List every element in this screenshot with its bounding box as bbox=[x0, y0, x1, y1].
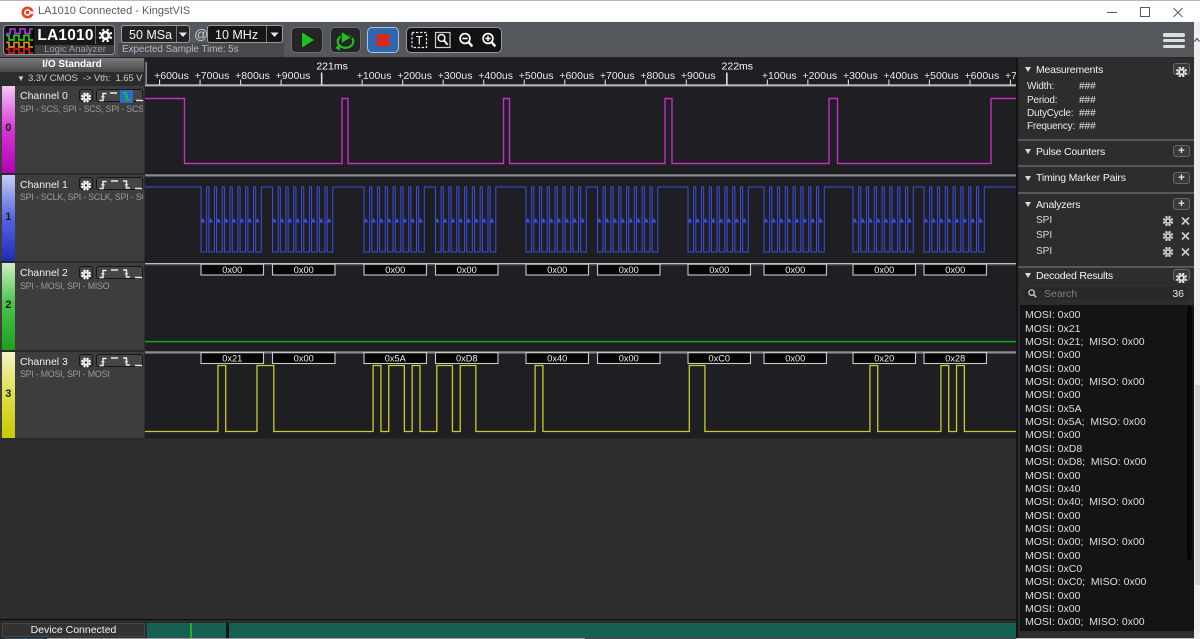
svg-text:+200us: +200us bbox=[802, 70, 837, 82]
svg-text:+600us: +600us bbox=[965, 70, 1000, 82]
svg-text:+500us: +500us bbox=[519, 70, 554, 82]
svg-text:0x00: 0x00 bbox=[294, 265, 314, 275]
svg-text:+600us: +600us bbox=[559, 70, 594, 82]
svg-text:0x00: 0x00 bbox=[709, 265, 729, 275]
svg-text:221ms: 221ms bbox=[316, 61, 348, 73]
svg-text:0x21: 0x21 bbox=[222, 354, 242, 364]
svg-text:+700us: +700us bbox=[600, 70, 635, 82]
svg-text:0x00: 0x00 bbox=[385, 265, 405, 275]
svg-text:+400us: +400us bbox=[883, 70, 918, 82]
svg-text:+400us: +400us bbox=[478, 70, 513, 82]
svg-text:+700us: +700us bbox=[1005, 70, 1016, 82]
svg-text:0x00: 0x00 bbox=[785, 265, 805, 275]
svg-text:0xD8: 0xD8 bbox=[456, 354, 477, 364]
svg-text:+100us: +100us bbox=[762, 70, 797, 82]
svg-text:+600us: +600us bbox=[154, 70, 189, 82]
svg-text:0x5A: 0x5A bbox=[385, 354, 407, 364]
svg-text:+500us: +500us bbox=[924, 70, 959, 82]
svg-text:0x00: 0x00 bbox=[222, 265, 242, 275]
svg-text:+700us: +700us bbox=[195, 70, 230, 82]
svg-text:0x00: 0x00 bbox=[619, 265, 639, 275]
svg-text:+900us: +900us bbox=[681, 70, 716, 82]
svg-text:0x00: 0x00 bbox=[874, 265, 894, 275]
svg-text:+200us: +200us bbox=[397, 70, 432, 82]
svg-text:+900us: +900us bbox=[276, 70, 311, 82]
svg-text:T: T bbox=[416, 36, 423, 48]
svg-text:0x00: 0x00 bbox=[945, 265, 965, 275]
svg-text:0xC0: 0xC0 bbox=[709, 354, 730, 364]
svg-text:0x00: 0x00 bbox=[619, 354, 639, 364]
svg-text:+800us: +800us bbox=[235, 70, 270, 82]
svg-text:0x00: 0x00 bbox=[457, 265, 477, 275]
svg-text:+100us: +100us bbox=[357, 70, 392, 82]
svg-text:0x40: 0x40 bbox=[547, 354, 567, 364]
svg-text:0x00: 0x00 bbox=[294, 354, 314, 364]
svg-text:0x28: 0x28 bbox=[945, 354, 965, 364]
svg-text:222ms: 222ms bbox=[722, 61, 754, 73]
svg-text:0x20: 0x20 bbox=[874, 354, 894, 364]
svg-text:+300us: +300us bbox=[843, 70, 878, 82]
svg-text:+800us: +800us bbox=[640, 70, 675, 82]
svg-text:+300us: +300us bbox=[438, 70, 473, 82]
svg-text:0x00: 0x00 bbox=[547, 265, 567, 275]
svg-text:0x00: 0x00 bbox=[785, 354, 805, 364]
